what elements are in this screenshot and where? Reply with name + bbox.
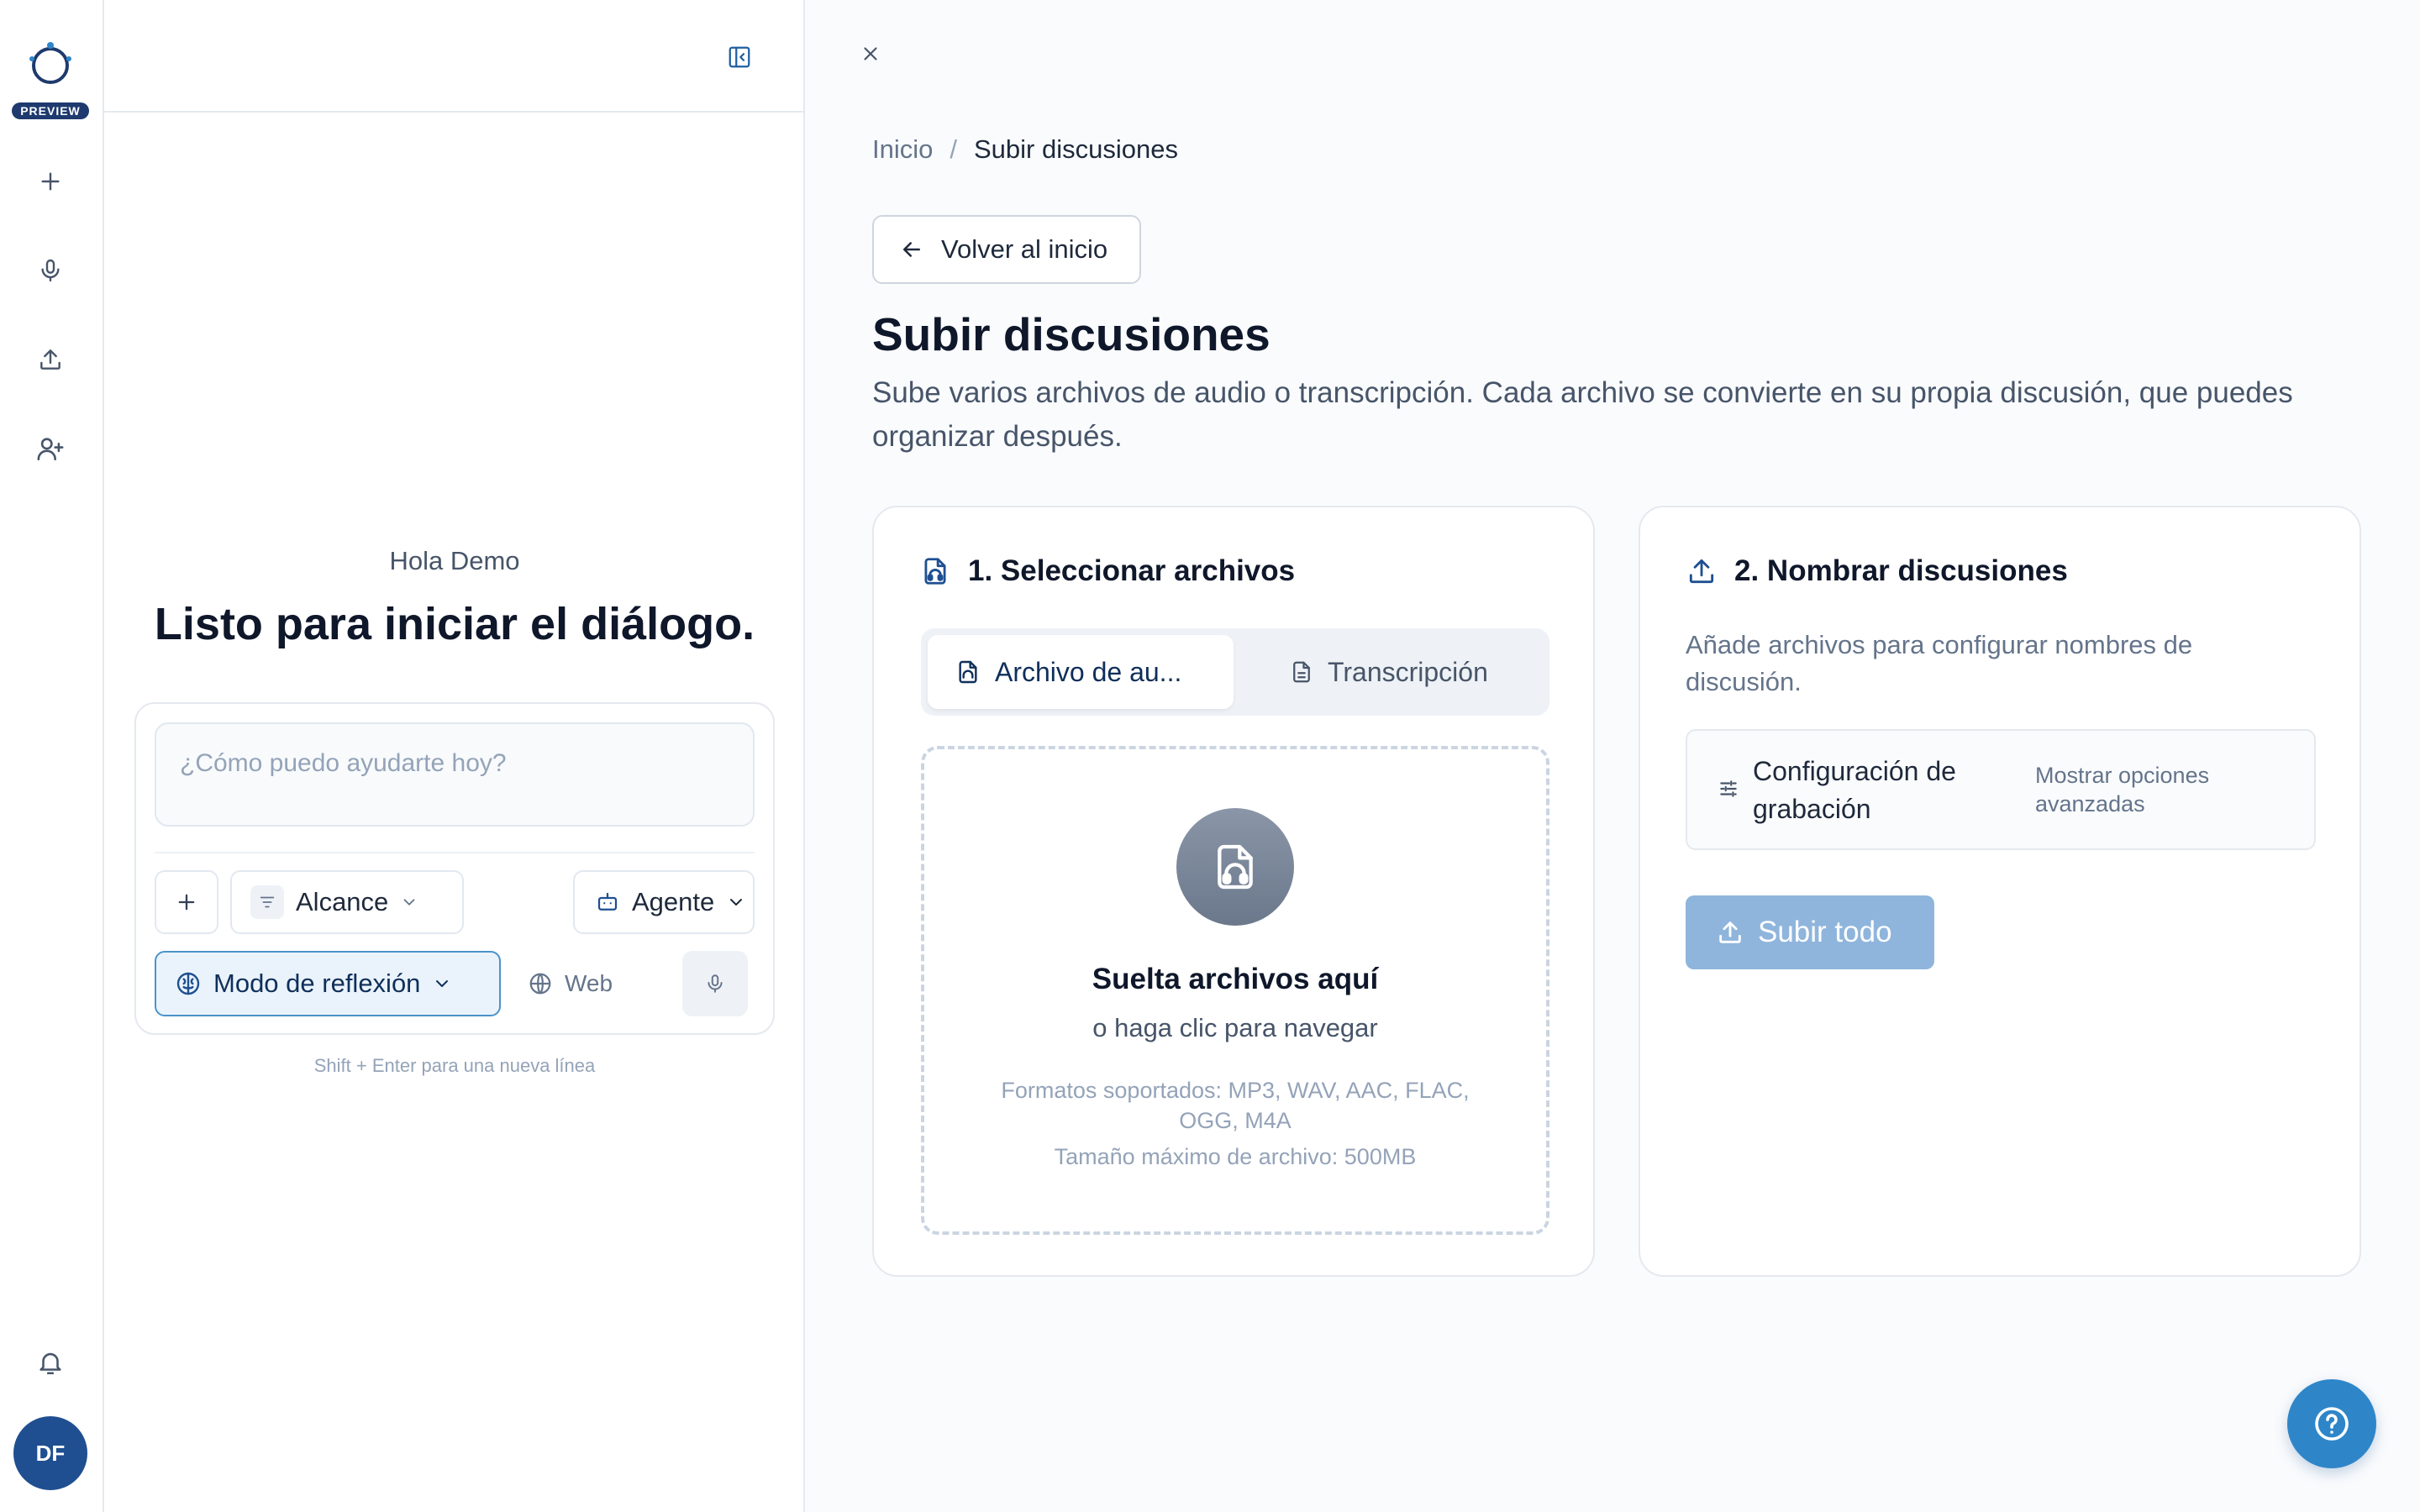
- name-discussions-description: Añade archivos para configurar nombres d…: [1686, 630, 2193, 696]
- select-files-header: 1. Seleccionar archivos: [919, 554, 1295, 588]
- back-home-button[interactable]: Volver al inicio: [872, 215, 1141, 284]
- breadcrumb-separator: /: [950, 134, 957, 164]
- page-title: Subir discusiones: [872, 308, 1270, 360]
- agent-label: Agente: [632, 887, 715, 916]
- dropzone-subtitle: o haga clic para navegar: [1092, 1013, 1378, 1042]
- web-label: Web: [565, 970, 613, 996]
- name-discussions-title: 2. Nombrar discusiones: [1734, 554, 2068, 587]
- user-avatar[interactable]: DF: [13, 1416, 87, 1490]
- help-button[interactable]: [2287, 1379, 2376, 1468]
- preview-badge: PREVIEW: [12, 102, 89, 119]
- app-logo-icon[interactable]: [24, 37, 77, 91]
- globe-icon: [529, 973, 551, 995]
- add-user-icon: [37, 438, 64, 461]
- sliders-icon: [1720, 780, 1737, 797]
- max-file-size: Tamaño máximo de archivo: 500MB: [1054, 1144, 1417, 1169]
- microphone-icon: [708, 974, 723, 993]
- close-button[interactable]: [850, 34, 891, 74]
- microphone-icon: [41, 259, 60, 282]
- upload-button[interactable]: [25, 334, 76, 385]
- close-icon: [864, 47, 877, 60]
- attach-button[interactable]: [155, 870, 218, 934]
- supported-formats: Formatos soportados: MP3, WAV, AAC, FLAC…: [1001, 1078, 1470, 1133]
- audio-file-icon: [1176, 808, 1294, 926]
- filter-icon: [250, 885, 284, 919]
- tab-audio-file[interactable]: Archivo de au...: [928, 635, 1234, 709]
- help-icon: [2315, 1407, 2349, 1441]
- scope-dropdown[interactable]: Alcance: [230, 870, 464, 934]
- brain-icon: [176, 972, 200, 995]
- breadcrumb-current: Subir discusiones: [974, 134, 1178, 164]
- scope-label: Alcance: [296, 887, 389, 916]
- new-chat-button[interactable]: [25, 156, 76, 207]
- select-files-title: 1. Seleccionar archivos: [968, 554, 1296, 587]
- back-home-label: Volver al inicio: [941, 234, 1108, 264]
- bot-icon: [597, 892, 618, 911]
- composer-divider: [155, 852, 755, 853]
- chat-title: Listo para iniciar el diálogo.: [154, 599, 755, 649]
- recording-config-label: Configuración de grabación: [1753, 756, 1956, 824]
- upload-icon: [40, 349, 60, 370]
- dropzone-title: Suelta archivos aquí: [1092, 963, 1379, 995]
- collapse-panel-button[interactable]: [719, 37, 760, 77]
- name-discussions-header: 2. Nombrar discusiones: [1686, 554, 2068, 588]
- chat-composer: Alcance Agente Modo de reflexión Web: [134, 702, 775, 1035]
- chevron-down-icon: [403, 899, 415, 906]
- web-toggle[interactable]: Web: [518, 951, 627, 1016]
- name-discussions-card: 2. Nombrar discusiones Añade archivos pa…: [1639, 506, 2361, 1277]
- notifications-button[interactable]: [25, 1337, 76, 1388]
- chat-panel: Hola Demo Listo para iniciar el diálogo.…: [104, 0, 805, 1512]
- tab-transcription-label: Transcripción: [1328, 656, 1488, 687]
- audio-file-icon: [959, 660, 977, 684]
- upload-icon: [1689, 559, 1714, 584]
- reflection-mode-dropdown[interactable]: Modo de reflexión: [155, 951, 501, 1016]
- tab-audio-label: Archivo de au...: [995, 656, 1182, 687]
- left-rail: PREVIEW DF: [0, 0, 104, 1512]
- upload-all-label: Subir todo: [1758, 916, 1892, 948]
- bell-icon: [39, 1352, 61, 1375]
- chevron-down-icon: [436, 980, 449, 987]
- breadcrumb-home-link[interactable]: Inicio: [872, 134, 933, 165]
- voice-input-button[interactable]: [682, 951, 748, 1016]
- chevron-down-icon: [730, 899, 743, 906]
- show-advanced-options: Mostrar opciones avanzadas: [2035, 763, 2210, 816]
- reflection-mode-label: Modo de reflexión: [213, 969, 421, 998]
- upload-all-button[interactable]: Subir todo: [1686, 895, 1934, 969]
- agent-dropdown[interactable]: Agente: [573, 870, 755, 934]
- plus-icon: [41, 172, 60, 191]
- sidebar-collapse-icon: [729, 46, 750, 68]
- audio-file-icon: [924, 558, 946, 585]
- document-icon: [1293, 661, 1310, 683]
- upload-icon: [1719, 921, 1741, 943]
- invite-user-button[interactable]: [25, 423, 76, 474]
- greeting: Hola Demo: [389, 546, 520, 575]
- upload-page: Inicio / Subir discusiones Volver al ini…: [805, 0, 2420, 1512]
- file-dropzone[interactable]: Suelta archivos aquí o haga clic para na…: [921, 746, 1549, 1235]
- tab-transcription[interactable]: Transcripción: [1245, 635, 1543, 709]
- breadcrumb: Inicio / Subir discusiones: [872, 133, 1178, 166]
- recording-config-toggle[interactable]: Configuración de grabación Mostrar opcio…: [1686, 729, 2316, 850]
- chat-header: [104, 0, 805, 113]
- record-button[interactable]: [25, 245, 76, 296]
- composer-hint: Shift + Enter para una nueva línea: [313, 1055, 596, 1076]
- arrow-left-icon: [903, 242, 920, 257]
- page-description: Sube varios archivos de audio o transcri…: [872, 376, 2293, 453]
- select-files-card: 1. Seleccionar archivos Archivo de au...…: [872, 506, 1595, 1277]
- chat-input[interactable]: [155, 722, 755, 827]
- file-type-tabs: Archivo de au... Transcripción: [921, 628, 1549, 716]
- plus-icon: [178, 894, 195, 911]
